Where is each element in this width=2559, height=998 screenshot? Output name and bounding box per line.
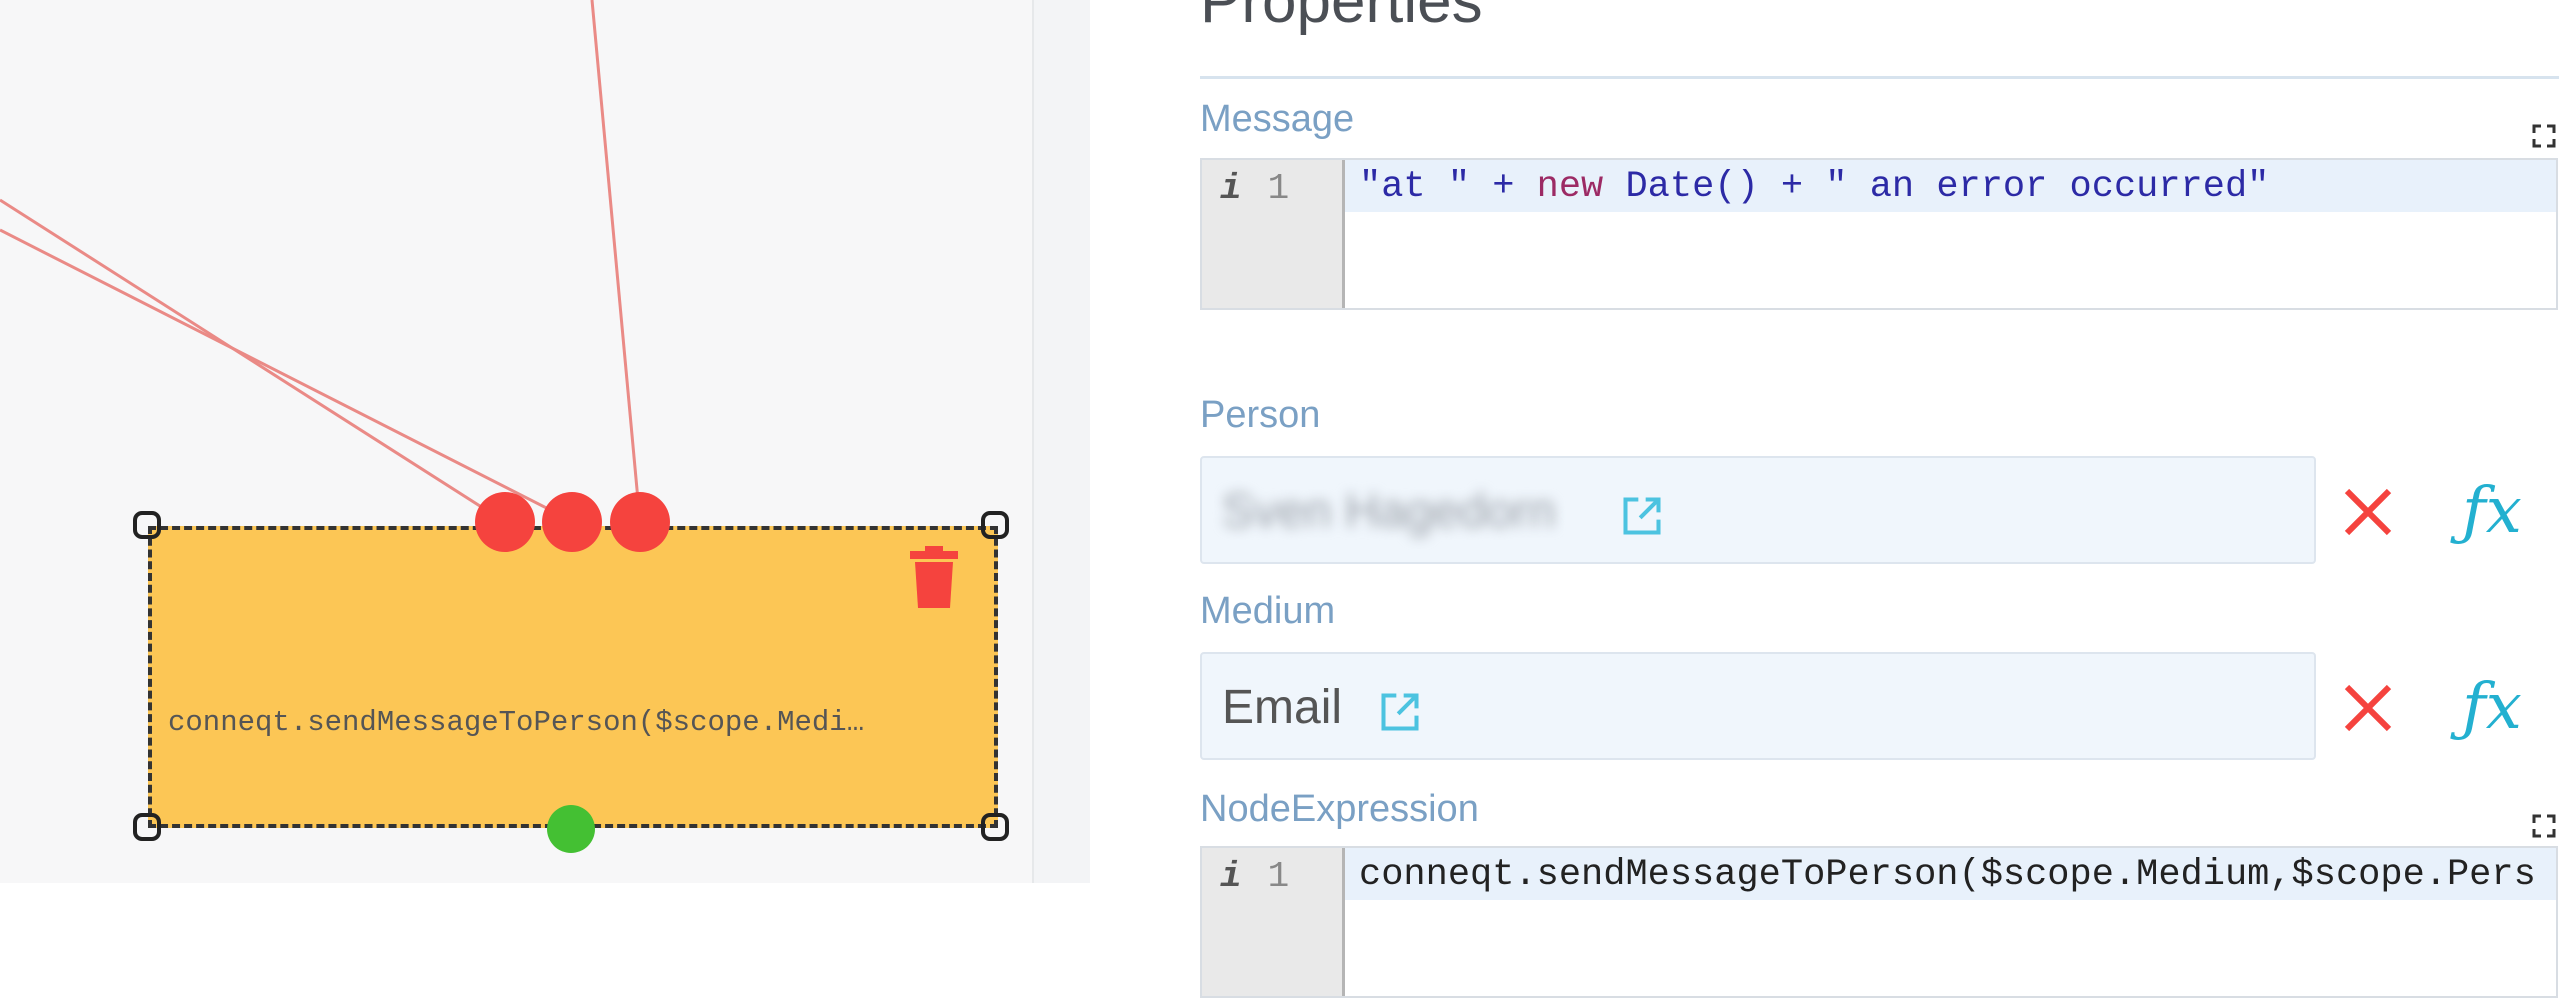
line-number: 1 (1267, 168, 1290, 209)
info-icon: i (1220, 168, 1242, 209)
resize-handle-top-left[interactable] (133, 511, 161, 539)
medium-field[interactable]: Email (1200, 652, 2316, 760)
person-value: Sven Hagedorn (1222, 485, 1556, 538)
edge-line[interactable] (0, 228, 575, 524)
node-label: conneqt.sendMessageToPerson($scope.Medi… (168, 706, 865, 739)
properties-panel: Properties Message i1 "at " + new Date()… (1090, 0, 2559, 998)
input-port[interactable] (610, 492, 670, 552)
workflow-canvas[interactable]: conneqt.sendMessageToPerson($scope.Medi… (0, 0, 1034, 883)
node-expression-code-editor[interactable]: i1 conneqt.sendMessageToPerson($scope.Me… (1200, 846, 2558, 998)
external-link-icon[interactable] (1620, 494, 1664, 538)
medium-value: Email (1222, 681, 1343, 734)
fullscreen-icon[interactable] (2532, 814, 2556, 838)
external-link-icon[interactable] (1378, 690, 1422, 734)
person-function-button[interactable]: ƒx (2462, 474, 2522, 548)
editor-gutter: i1 (1202, 848, 1345, 996)
editor-gutter: i1 (1202, 160, 1345, 308)
output-port[interactable] (547, 805, 595, 853)
medium-function-button[interactable]: ƒx (2462, 670, 2522, 744)
info-icon: i (1220, 856, 1242, 897)
active-code-line[interactable]: "at " + new Date() + " an error occurred… (1345, 160, 2556, 212)
fullscreen-icon[interactable] (2532, 124, 2556, 148)
clear-person-button[interactable] (2340, 484, 2396, 540)
node-expression-label: NodeExpression (1200, 788, 1479, 830)
edge-line[interactable] (590, 0, 642, 523)
code-keyword: new (1536, 166, 1604, 208)
message-code[interactable]: "at " + new Date() + " an error occurred… (1359, 166, 2269, 208)
active-code-line[interactable]: conneqt.sendMessageToPerson($scope.Mediu… (1345, 848, 2556, 900)
person-label: Person (1200, 394, 1321, 436)
line-number: 1 (1267, 856, 1290, 897)
input-port[interactable] (542, 492, 602, 552)
message-label: Message (1200, 98, 1355, 140)
resize-handle-bottom-left[interactable] (133, 813, 161, 841)
clear-medium-button[interactable] (2340, 680, 2396, 736)
edge-line[interactable] (0, 198, 506, 524)
resize-handle-top-right[interactable] (981, 511, 1009, 539)
trash-icon[interactable] (908, 546, 960, 613)
message-code-editor[interactable]: i1 "at " + new Date() + " an error occur… (1200, 158, 2558, 310)
input-port[interactable] (475, 492, 535, 552)
code-string: "at " + (1359, 166, 1537, 208)
person-field[interactable]: Sven Hagedorn (1200, 456, 2316, 564)
workflow-node[interactable]: conneqt.sendMessageToPerson($scope.Medi… (148, 526, 998, 828)
node-expression-code[interactable]: conneqt.sendMessageToPerson($scope.Mediu… (1359, 854, 2536, 896)
panel-title: Properties (1200, 0, 1483, 36)
panel-gutter (1034, 0, 1090, 883)
resize-handle-bottom-right[interactable] (981, 813, 1009, 841)
medium-label: Medium (1200, 590, 1336, 632)
code-string: Date() + " an error occurred" (1603, 166, 2270, 208)
divider (1200, 76, 2559, 79)
